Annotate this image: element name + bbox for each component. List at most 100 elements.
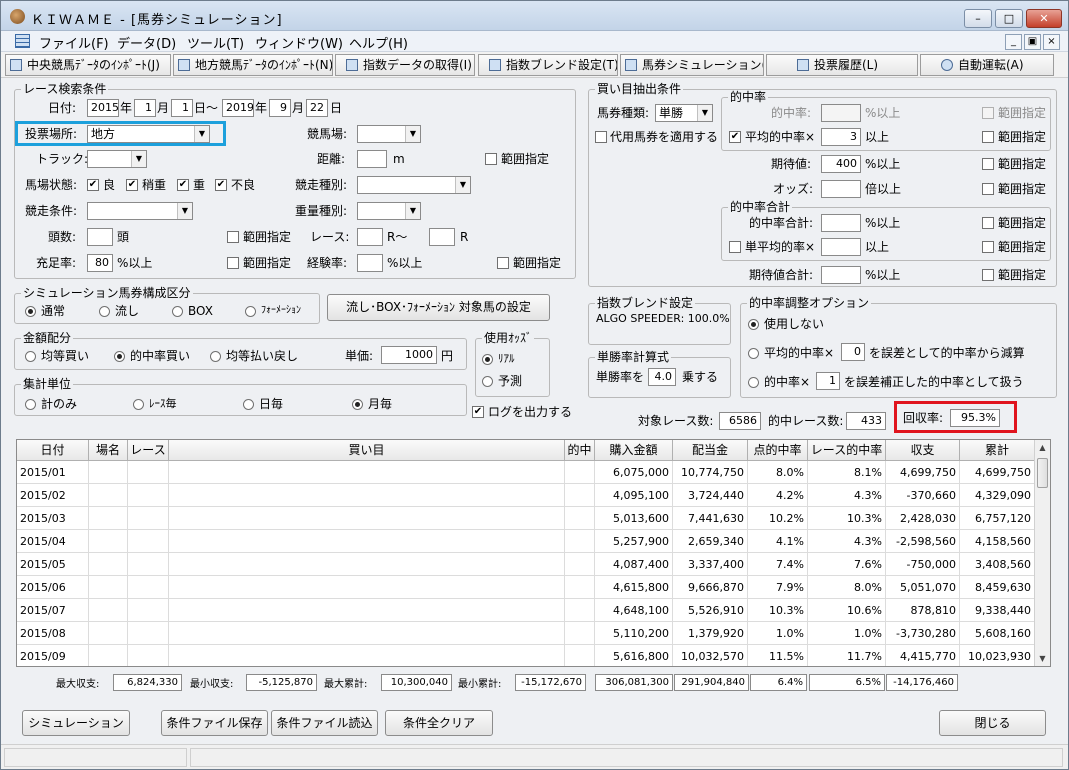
mdi-minimize-button[interactable]: _: [1005, 34, 1022, 50]
scroll-down-icon[interactable]: ▼: [1035, 651, 1050, 666]
adjust-correct-radio[interactable]: [748, 377, 759, 388]
table-row[interactable]: 2015/06 4,615,800 9,666,870 7.9% 8.0% 5,051,0…: [17, 576, 1035, 599]
table-row[interactable]: 2015/09 5,616,800 10,032,570 11.5% 11.7% 4,41…: [17, 645, 1035, 666]
fetch-index-button[interactable]: 指数データの取得(I): [335, 54, 475, 76]
agg-race-radio[interactable]: [133, 399, 144, 410]
sim-formation-radio[interactable]: [245, 306, 256, 317]
race-from-input[interactable]: [357, 228, 383, 246]
save-conditions-button[interactable]: 条件ファイル保存: [161, 710, 268, 736]
agg-total-radio[interactable]: [25, 399, 36, 410]
auto-run-button[interactable]: 自動運転(A): [920, 54, 1054, 76]
distance-input[interactable]: [357, 150, 387, 168]
menu-data[interactable]: データ(D): [117, 33, 176, 52]
odds-forecast-radio[interactable]: [482, 376, 493, 387]
col-payout[interactable]: 配当金: [673, 440, 748, 461]
close-window-button[interactable]: ✕: [1026, 9, 1062, 28]
mdi-close-button[interactable]: ×: [1043, 34, 1060, 50]
from-year-input[interactable]: 2015: [87, 99, 119, 117]
adjust-none-radio[interactable]: [748, 319, 759, 330]
menu-tools[interactable]: ツール(T): [187, 33, 244, 52]
hit-rate-input[interactable]: [821, 104, 861, 122]
to-year-input[interactable]: 2019: [222, 99, 254, 117]
scroll-up-icon[interactable]: ▲: [1035, 440, 1050, 455]
win-rate-power-input[interactable]: 4.0: [648, 368, 676, 386]
hit-total-range-checkbox[interactable]: [982, 217, 994, 229]
col-date[interactable]: 日付: [17, 440, 89, 461]
scroll-thumb[interactable]: [1037, 458, 1048, 488]
venue-select[interactable]: 地方 ▼: [87, 125, 210, 143]
money-payout-radio[interactable]: [210, 351, 221, 362]
col-point-hit[interactable]: 点的中率: [748, 440, 808, 461]
expected-total-input[interactable]: [821, 266, 861, 284]
menu-window[interactable]: ウィンドウ(W): [255, 33, 343, 52]
race-condition-select[interactable]: ▼: [87, 202, 193, 220]
adjust-subtract-input[interactable]: 0: [841, 343, 865, 361]
table-row[interactable]: 2015/08 5,110,200 1,379,920 1.0% 1.0% -3,730,…: [17, 622, 1035, 645]
avg-hit-input[interactable]: 3: [821, 128, 861, 146]
money-hitrate-radio[interactable]: [114, 351, 125, 362]
odds-range-checkbox[interactable]: [982, 183, 994, 195]
avg-hit-range-checkbox[interactable]: [982, 131, 994, 143]
ground-bad-checkbox[interactable]: ✔: [215, 179, 227, 191]
ground-slight-checkbox[interactable]: ✔: [126, 179, 138, 191]
track-select[interactable]: ▼: [87, 150, 147, 168]
menu-file[interactable]: ファイル(F): [39, 33, 109, 52]
agg-day-radio[interactable]: [243, 399, 254, 410]
experience-range-checkbox[interactable]: [497, 257, 509, 269]
col-race-hit[interactable]: レース的中率: [808, 440, 886, 461]
fill-range-checkbox[interactable]: [227, 257, 239, 269]
from-month-input[interactable]: 1: [134, 99, 156, 117]
odds-input[interactable]: [821, 180, 861, 198]
table-row[interactable]: 2015/01 6,075,000 10,774,750 8.0% 8.1% 4,699,…: [17, 461, 1035, 484]
adjust-correct-input[interactable]: 1: [816, 372, 840, 390]
sim-nagashi-radio[interactable]: [99, 306, 110, 317]
race-to-input[interactable]: [429, 228, 455, 246]
ground-good-checkbox[interactable]: ✔: [87, 179, 99, 191]
col-cumulative[interactable]: 累計: [960, 440, 1035, 461]
agg-month-radio[interactable]: [352, 399, 363, 410]
load-conditions-button[interactable]: 条件ファイル読込: [271, 710, 378, 736]
mdi-restore-button[interactable]: ▣: [1024, 34, 1041, 50]
minimize-button[interactable]: –: [964, 9, 992, 28]
col-bets[interactable]: 買い目: [169, 440, 565, 461]
racecourse-select[interactable]: ▼: [357, 125, 421, 143]
index-blend-button[interactable]: 指数ブレンド設定(T): [478, 54, 618, 76]
table-row[interactable]: 2015/07 4,648,100 5,526,910 10.3% 10.6% 878,8…: [17, 599, 1035, 622]
odds-real-radio[interactable]: [482, 354, 493, 365]
col-balance[interactable]: 収支: [886, 440, 960, 461]
single-avg-input[interactable]: [821, 238, 861, 256]
clear-conditions-button[interactable]: 条件全クリア: [385, 710, 493, 736]
expected-total-range-checkbox[interactable]: [982, 269, 994, 281]
money-equal-radio[interactable]: [25, 351, 36, 362]
fill-rate-input[interactable]: 80: [87, 254, 113, 272]
import-local-button[interactable]: 地方競馬ﾃﾞｰﾀのｲﾝﾎﾟｰﾄ(N): [173, 54, 333, 76]
table-row[interactable]: 2015/05 4,087,400 3,337,400 7.4% 7.6% -750,00…: [17, 553, 1035, 576]
unit-price-input[interactable]: 1000: [381, 346, 437, 364]
close-button[interactable]: 閉じる: [939, 710, 1046, 736]
adjust-subtract-radio[interactable]: [748, 348, 759, 359]
vote-history-button[interactable]: 投票履歴(L): [766, 54, 918, 76]
output-log-checkbox[interactable]: ✔: [472, 406, 484, 418]
hit-total-input[interactable]: [821, 214, 861, 232]
avg-hit-checkbox[interactable]: ✔: [729, 131, 741, 143]
expected-value-input[interactable]: 400: [821, 155, 861, 173]
import-jra-button[interactable]: 中央競馬ﾃﾞｰﾀのｲﾝﾎﾟｰﾄ(J): [5, 54, 171, 76]
from-day-input[interactable]: 1: [171, 99, 193, 117]
table-scrollbar[interactable]: ▲ ▼: [1034, 440, 1050, 666]
hit-range-checkbox[interactable]: [982, 107, 994, 119]
sim-normal-radio[interactable]: [25, 306, 36, 317]
weight-type-select[interactable]: ▼: [357, 202, 421, 220]
to-month-input[interactable]: 9: [269, 99, 291, 117]
maximize-button[interactable]: □: [995, 9, 1023, 28]
distance-range-checkbox[interactable]: [485, 153, 497, 165]
single-avg-range-checkbox[interactable]: [982, 241, 994, 253]
simulate-button[interactable]: シミュレーション: [22, 710, 130, 736]
single-avg-checkbox[interactable]: [729, 241, 741, 253]
bet-simulation-button[interactable]: 馬券シミュレーション(B): [620, 54, 764, 76]
expected-range-checkbox[interactable]: [982, 158, 994, 170]
col-purchase[interactable]: 購入金額: [595, 440, 673, 461]
to-day-input[interactable]: 22: [306, 99, 328, 117]
col-race[interactable]: レース: [128, 440, 169, 461]
table-row[interactable]: 2015/02 4,095,100 3,724,440 4.2% 4.3% -370,66…: [17, 484, 1035, 507]
sim-box-radio[interactable]: [172, 306, 183, 317]
